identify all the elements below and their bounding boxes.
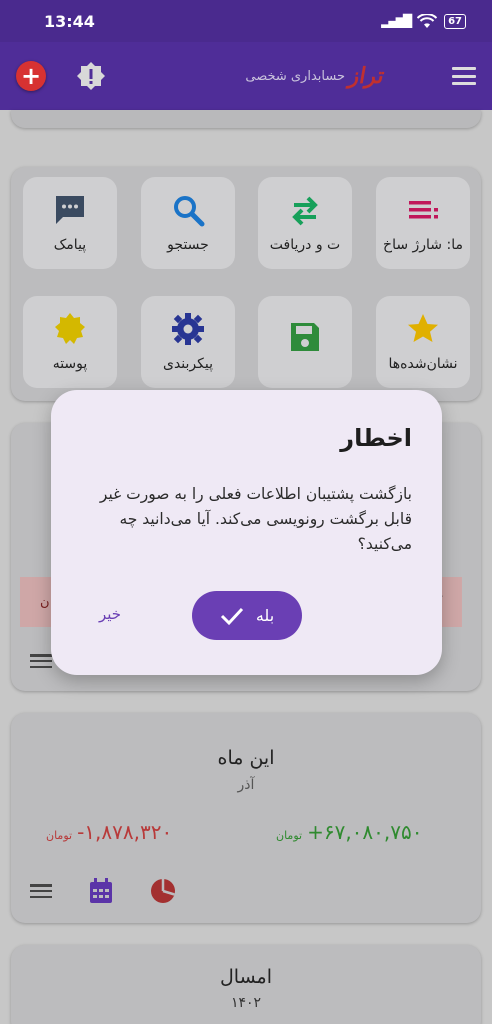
brand: حسابداری شخصی تراز	[245, 63, 476, 89]
tile-settings[interactable]: پیکربندی	[141, 296, 235, 388]
alert-badge-icon[interactable]	[76, 61, 106, 91]
tile-backup[interactable]	[258, 296, 352, 388]
currency-unit: تومان	[46, 829, 73, 842]
currency-unit: تومان	[276, 829, 303, 842]
tile-label: جستجو	[167, 237, 209, 253]
check-icon	[220, 607, 243, 625]
swap-icon	[292, 196, 318, 226]
list-icon[interactable]	[30, 654, 52, 668]
save-icon	[291, 323, 319, 351]
appbar-left-actions: +	[16, 61, 106, 91]
expense-value: -۱,۸۷۸,۳۲۰	[77, 820, 173, 844]
tile-transfers[interactable]: ت و دریافت	[258, 177, 352, 269]
dialog-title: اخطار	[340, 424, 412, 452]
warning-dialog: اخطار بازگشت پشتیبان اطلاعات فعلی را به …	[51, 390, 442, 675]
year-title: امسال	[220, 966, 272, 988]
star-icon	[408, 314, 438, 342]
signal-icon: ▂▄▆█	[381, 14, 412, 28]
tile-label: ما: شارژ ساخ	[383, 237, 463, 253]
top-card-bottom	[11, 110, 481, 128]
month-subtitle: آذر	[237, 777, 255, 793]
tile-search[interactable]: جستجو	[141, 177, 235, 269]
income-value: +۶۷,۰۸۰,۷۵۰	[307, 820, 423, 844]
dialog-message: بازگشت پشتیبان اطلاعات فعلی را به صورت غ…	[99, 485, 412, 553]
theme-icon	[55, 313, 85, 344]
confirm-label: بله	[255, 606, 275, 625]
tile-label: نشان‌شده‌ها	[388, 356, 458, 372]
chat-icon	[56, 196, 84, 224]
list-icon[interactable]	[30, 884, 52, 898]
menu-icon[interactable]	[452, 67, 476, 85]
add-button[interactable]: +	[16, 61, 46, 91]
gear-icon	[172, 313, 204, 345]
month-actions	[30, 878, 176, 904]
list-icon	[409, 201, 438, 219]
brand-subtitle: حسابداری شخصی	[245, 68, 345, 84]
status-time: 13:44	[44, 11, 95, 31]
confirm-button[interactable]: بله	[192, 591, 302, 640]
tile-label: پیکربندی	[162, 356, 213, 372]
tile-label: پوسته	[52, 356, 88, 372]
year-subtitle: ۱۴۰۲	[230, 995, 262, 1011]
status-icons: ▂▄▆█ 67	[381, 13, 466, 29]
month-income: تومان +۶۷,۰۸۰,۷۵۰	[276, 820, 423, 844]
wifi-icon	[417, 13, 438, 28]
status-bar: 13:44 ▂▄▆█ 67	[0, 0, 492, 42]
app-bar: + حسابداری شخصی تراز	[0, 42, 492, 110]
tile-theme[interactable]: پوسته	[23, 296, 117, 388]
tile-sms[interactable]: پیامک	[23, 177, 117, 269]
cancel-button[interactable]: خیر	[99, 605, 121, 623]
search-icon	[174, 196, 205, 227]
tile-charges[interactable]: ما: شارژ ساخ	[376, 177, 470, 269]
month-title: این ماه	[217, 747, 275, 769]
pie-chart-icon[interactable]	[150, 878, 176, 904]
tile-label: ت و دریافت	[269, 237, 341, 253]
calendar-icon[interactable]	[89, 878, 113, 904]
tile-label: پیامک	[53, 237, 87, 253]
battery-icon: 67	[444, 13, 466, 29]
month-expense: تومان -۱,۸۷۸,۳۲۰	[46, 820, 172, 844]
brand-logo: تراز	[346, 63, 387, 89]
tile-bookmarks[interactable]: نشان‌شده‌ها	[376, 296, 470, 388]
plus-icon: +	[20, 62, 42, 90]
